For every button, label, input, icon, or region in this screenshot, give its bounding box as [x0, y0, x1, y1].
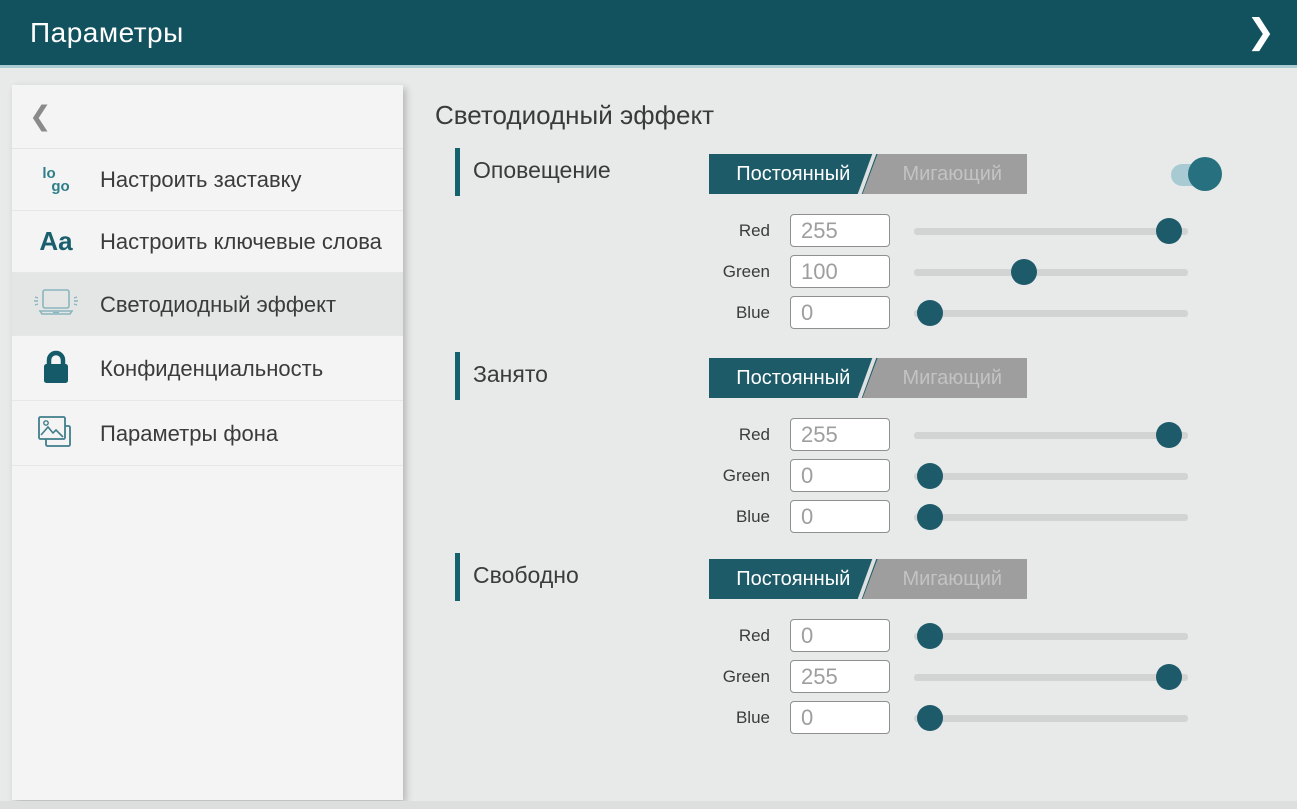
red-value-input[interactable] — [790, 619, 890, 652]
slider-thumb[interactable] — [917, 705, 943, 731]
sidebar-item-privacy[interactable]: Конфиденциальность — [12, 336, 403, 401]
green-slider[interactable] — [914, 251, 1188, 292]
app-header: Параметры ❯ — [0, 0, 1297, 68]
blue-slider[interactable] — [914, 496, 1188, 537]
sidebar-item-background[interactable]: Параметры фона — [12, 401, 403, 466]
slider-track — [914, 633, 1188, 640]
blue-label: Blue — [700, 303, 790, 323]
slider-thumb[interactable] — [917, 300, 943, 326]
page-title: Параметры — [30, 17, 184, 49]
mode-option-constant[interactable]: Постоянный — [709, 154, 878, 194]
sidebar-item-label: Настроить заставку — [100, 166, 389, 193]
background-images-icon — [12, 415, 100, 451]
sidebar-item-label: Настроить ключевые слова — [100, 228, 389, 255]
notification-led-toggle[interactable] — [1171, 157, 1223, 192]
slider-thumb[interactable] — [917, 504, 943, 530]
sidebar-back-button[interactable]: ❮ — [12, 85, 403, 149]
slider-track — [914, 514, 1188, 521]
red-row: Red — [700, 615, 1188, 656]
mode-option-blinking[interactable]: Мигающий — [878, 358, 1027, 398]
blue-value-input[interactable] — [790, 701, 890, 734]
chevron-right-icon[interactable]: ❯ — [1239, 10, 1284, 54]
slider-thumb[interactable] — [917, 623, 943, 649]
red-value-input[interactable] — [790, 418, 890, 451]
blue-value-input[interactable] — [790, 296, 890, 329]
blue-row: Blue — [700, 697, 1188, 738]
red-label: Red — [700, 425, 790, 445]
green-row: Green — [700, 656, 1188, 697]
settings-sidebar: ❮ logo Настроить заставку Aa Настроить к… — [12, 85, 403, 800]
blue-label: Blue — [700, 708, 790, 728]
slider-track — [914, 228, 1188, 235]
chevron-left-icon: ❮ — [29, 101, 52, 132]
slider-thumb[interactable] — [1156, 218, 1182, 244]
red-slider[interactable] — [914, 615, 1188, 656]
green-row: Green — [700, 251, 1188, 292]
slider-track — [914, 310, 1188, 317]
green-value-input[interactable] — [790, 459, 890, 492]
red-label: Red — [700, 221, 790, 241]
mode-option-constant[interactable]: Постоянный — [709, 358, 878, 398]
blue-row: Blue — [700, 496, 1188, 537]
section-label: Свободно — [473, 562, 579, 589]
keywords-icon: Aa — [12, 226, 100, 257]
sidebar-item-led-effect[interactable]: Светодиодный эффект — [12, 273, 403, 336]
red-value-input[interactable] — [790, 214, 890, 247]
main-title: Светодиодный эффект — [435, 100, 714, 131]
slider-thumb[interactable] — [1156, 664, 1182, 690]
mode-option-blinking[interactable]: Мигающий — [878, 154, 1027, 194]
green-label: Green — [700, 466, 790, 486]
mode-segmented-control: Постоянный Мигающий — [709, 154, 1027, 194]
slider-track — [914, 432, 1188, 439]
section-label: Оповещение — [473, 157, 611, 184]
mode-segmented-control: Постоянный Мигающий — [709, 559, 1027, 599]
green-value-input[interactable] — [790, 660, 890, 693]
rgb-controls: Red Green Blue — [700, 414, 1188, 537]
rgb-controls: Red Green Blue — [700, 210, 1188, 333]
green-slider[interactable] — [914, 455, 1188, 496]
slider-track — [914, 674, 1188, 681]
section-accent-bar — [455, 352, 460, 400]
slider-thumb[interactable] — [917, 463, 943, 489]
sidebar-item-keywords[interactable]: Aa Настроить ключевые слова — [12, 211, 403, 273]
blue-row: Blue — [700, 292, 1188, 333]
blue-slider[interactable] — [914, 697, 1188, 738]
slider-thumb[interactable] — [1156, 422, 1182, 448]
led-screen-icon — [12, 287, 100, 321]
red-slider[interactable] — [914, 210, 1188, 251]
toggle-thumb[interactable] — [1188, 157, 1222, 191]
sidebar-item-screensaver[interactable]: logo Настроить заставку — [12, 149, 403, 211]
mode-segmented-control: Постоянный Мигающий — [709, 358, 1027, 398]
blue-label: Blue — [700, 507, 790, 527]
slider-thumb[interactable] — [1011, 259, 1037, 285]
mode-option-blinking[interactable]: Мигающий — [878, 559, 1027, 599]
green-value-input[interactable] — [790, 255, 890, 288]
green-slider[interactable] — [914, 656, 1188, 697]
section-label: Занято — [473, 361, 548, 388]
red-label: Red — [700, 626, 790, 646]
logo-icon: logo — [12, 167, 100, 193]
sidebar-item-label: Параметры фона — [100, 420, 389, 447]
section-accent-bar — [455, 148, 460, 196]
green-label: Green — [700, 262, 790, 282]
blue-slider[interactable] — [914, 292, 1188, 333]
lock-icon — [12, 350, 100, 386]
sidebar-item-label: Конфиденциальность — [100, 355, 389, 382]
green-label: Green — [700, 667, 790, 687]
red-row: Red — [700, 210, 1188, 251]
green-row: Green — [700, 455, 1188, 496]
blue-value-input[interactable] — [790, 500, 890, 533]
mode-option-constant[interactable]: Постоянный — [709, 559, 878, 599]
section-accent-bar — [455, 553, 460, 601]
rgb-controls: Red Green Blue — [700, 615, 1188, 738]
slider-track — [914, 473, 1188, 480]
red-slider[interactable] — [914, 414, 1188, 455]
red-row: Red — [700, 414, 1188, 455]
slider-track — [914, 715, 1188, 722]
sidebar-item-label: Светодиодный эффект — [100, 291, 389, 318]
bottom-strip — [0, 801, 1297, 809]
slider-track — [914, 269, 1188, 276]
